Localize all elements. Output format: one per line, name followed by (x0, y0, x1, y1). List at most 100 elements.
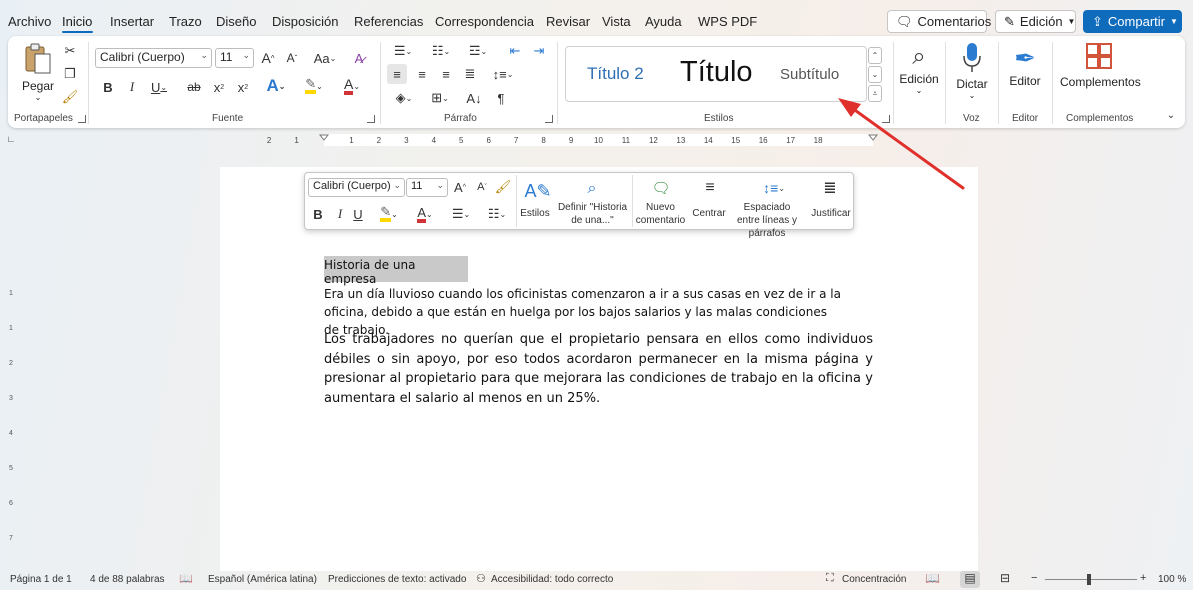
format-painter-icon[interactable]: 🖌 (495, 178, 512, 196)
mini-justify-label[interactable]: Justificar (808, 207, 854, 220)
tab-wps-pdf[interactable]: WPS PDF (698, 14, 757, 29)
increase-indent-icon[interactable]: ⇥ (530, 42, 548, 60)
proofing-icon[interactable]: 📖 (179, 572, 193, 585)
word-count-status[interactable]: 4 de 88 palabras (90, 574, 165, 585)
bold-icon[interactable]: B (311, 205, 325, 223)
tab-diseno[interactable]: Diseño (216, 14, 256, 29)
tab-ayuda[interactable]: Ayuda (645, 14, 682, 29)
bold-icon[interactable]: B (100, 78, 116, 96)
dictate-button[interactable]: Dictar ⌄ (952, 42, 992, 100)
font-color-icon[interactable]: A ⌄ (336, 76, 368, 96)
tab-vista[interactable]: Vista (602, 14, 631, 29)
center-icon[interactable]: ≡ (698, 177, 722, 199)
editor-button[interactable]: ✒ Editor (1004, 42, 1046, 88)
mini-new-comment-label[interactable]: Nuevo comentario (634, 201, 687, 227)
font-color-icon[interactable]: A ⌄ (409, 205, 441, 223)
style-titulo[interactable]: Título (680, 56, 753, 89)
addins-button[interactable]: Complementos (1060, 42, 1141, 89)
shading-icon[interactable]: ◈ ⌄ (388, 88, 420, 108)
vertical-ruler[interactable]: 112345678 (5, 167, 17, 567)
editing-mode-button[interactable]: ✎ Edición ▼ (995, 10, 1076, 33)
numbering-icon[interactable]: ☷ ⌄ (481, 205, 513, 223)
mini-size-select[interactable]: 11 ⌄ (406, 178, 448, 197)
style-titulo2[interactable]: Título 2 (587, 64, 644, 84)
tab-archivo[interactable]: Archivo (8, 14, 51, 29)
bullets-icon[interactable]: ☰ ⌄ (445, 205, 477, 223)
justify-icon[interactable]: ≣ (818, 177, 842, 199)
horizontal-ruler[interactable]: 2 1 1 2 3 4 5 6 7 8 9 10 11 12 13 14 15 16 17 18 (220, 133, 978, 147)
read-mode-icon[interactable]: 📖 (925, 571, 940, 585)
italic-icon[interactable]: I (333, 205, 347, 223)
superscript-icon[interactable]: x2 (235, 78, 251, 96)
style-subtitulo[interactable]: Subtítulo (780, 66, 839, 83)
tab-insertar[interactable]: Insertar (110, 14, 154, 29)
page-count-status[interactable]: Página 1 de 1 (10, 574, 72, 585)
doc-paragraph-2[interactable]: Los trabajadores no querían que el propi… (324, 330, 873, 408)
styles-more-icon[interactable]: ⩡ (868, 85, 882, 102)
tab-inicio[interactable]: Inicio (62, 14, 92, 29)
print-layout-icon[interactable]: ▤ (960, 571, 980, 588)
align-center-icon[interactable]: ≡ (413, 64, 431, 84)
borders-icon[interactable]: ⊞ ⌄ (424, 88, 456, 108)
justify-icon[interactable]: ≣ (461, 64, 479, 84)
new-comment-icon[interactable]: 🗨 (648, 177, 674, 199)
clear-formatting-icon[interactable]: A̷ (350, 48, 368, 68)
numbering-icon[interactable]: ☷ ⌄ (426, 42, 456, 60)
format-painter-icon[interactable]: 🖌 (62, 88, 79, 106)
font-name-select[interactable]: Calibri (Cuerpo) ⌄ (95, 48, 212, 68)
zoom-level[interactable]: 100 % (1158, 574, 1186, 585)
subscript-icon[interactable]: x2 (211, 78, 227, 96)
underline-icon[interactable]: U (351, 205, 365, 223)
highlight-color-icon[interactable]: ✎ ⌄ (298, 76, 330, 96)
styles-icon[interactable]: A✎ (523, 179, 553, 203)
highlight-color-icon[interactable]: ✎ ⌄ (374, 205, 404, 223)
mini-font-select[interactable]: Calibri (Cuerpo) ⌄ (308, 178, 405, 197)
underline-icon[interactable]: U ⌄ (147, 78, 171, 96)
styles-scroll-up-icon[interactable]: ⌃ (868, 47, 882, 64)
font-size-select[interactable]: 11 ⌄ (215, 48, 254, 68)
mini-spacing-label[interactable]: Espaciado entre líneas y párrafos (731, 201, 803, 240)
language-status[interactable]: Español (América latina) (208, 574, 317, 585)
mini-define-label[interactable]: Definir "Historia de una..." (556, 201, 629, 227)
editing-button[interactable]: ⌕ Edición ⌄ (898, 42, 940, 95)
text-effects-icon[interactable]: A ⌄ (261, 76, 291, 96)
align-left-icon[interactable]: ≡ (387, 64, 407, 84)
grow-font-icon[interactable]: A ^ (452, 178, 468, 196)
change-case-button[interactable]: Aa ⌄ (309, 48, 341, 68)
define-icon[interactable]: ⌕ (580, 178, 604, 200)
mini-center-label[interactable]: Centrar (689, 207, 729, 220)
mini-styles-label[interactable]: Estilos (520, 207, 550, 220)
grow-font-icon[interactable]: A ^ (259, 48, 277, 68)
shrink-font-icon[interactable]: Aˇ (474, 178, 490, 196)
tab-trazo[interactable]: Trazo (169, 14, 202, 29)
tab-disposicion[interactable]: Disposición (272, 14, 338, 29)
paragraph-launcher-icon[interactable] (545, 115, 553, 123)
tab-referencias[interactable]: Referencias (354, 14, 423, 29)
copy-icon[interactable]: ❐ (62, 65, 78, 83)
decrease-indent-icon[interactable]: ⇤ (506, 42, 524, 60)
clipboard-launcher-icon[interactable] (78, 115, 86, 123)
focus-mode-button[interactable]: Concentración (842, 574, 906, 585)
tab-revisar[interactable]: Revisar (546, 14, 590, 29)
show-marks-icon[interactable]: ¶ (492, 88, 510, 108)
font-launcher-icon[interactable] (367, 115, 375, 123)
share-button[interactable]: ⇪ Compartir ▼ (1083, 10, 1182, 33)
zoom-in-icon[interactable]: + (1140, 572, 1146, 584)
comments-button[interactable]: 🗨 Comentarios (887, 10, 991, 33)
italic-icon[interactable]: I (124, 78, 140, 96)
shrink-font-icon[interactable]: Aˇ (283, 48, 301, 68)
cut-icon[interactable]: ✂ (62, 42, 78, 60)
collapse-ribbon-icon[interactable]: ⌄ (1164, 108, 1178, 122)
styles-scroll-down-icon[interactable]: ⌄ (868, 66, 882, 83)
text-predictions-status[interactable]: Predicciones de texto: activado (328, 574, 466, 585)
tab-correspondencia[interactable]: Correspondencia (435, 14, 534, 29)
bullets-icon[interactable]: ☰ ⌄ (388, 42, 418, 60)
styles-launcher-icon[interactable] (882, 115, 890, 123)
tab-selector-icon[interactable]: ∟ (6, 134, 16, 144)
line-spacing-icon[interactable]: ↕≡ ⌄ (757, 177, 791, 199)
web-layout-icon[interactable]: ⊟ (1000, 571, 1010, 585)
zoom-out-icon[interactable]: − (1031, 572, 1037, 584)
accessibility-status[interactable]: Accesibilidad: todo correcto (491, 574, 613, 585)
line-spacing-icon[interactable]: ↕≡ ⌄ (487, 64, 519, 84)
zoom-slider-thumb[interactable] (1087, 574, 1091, 585)
